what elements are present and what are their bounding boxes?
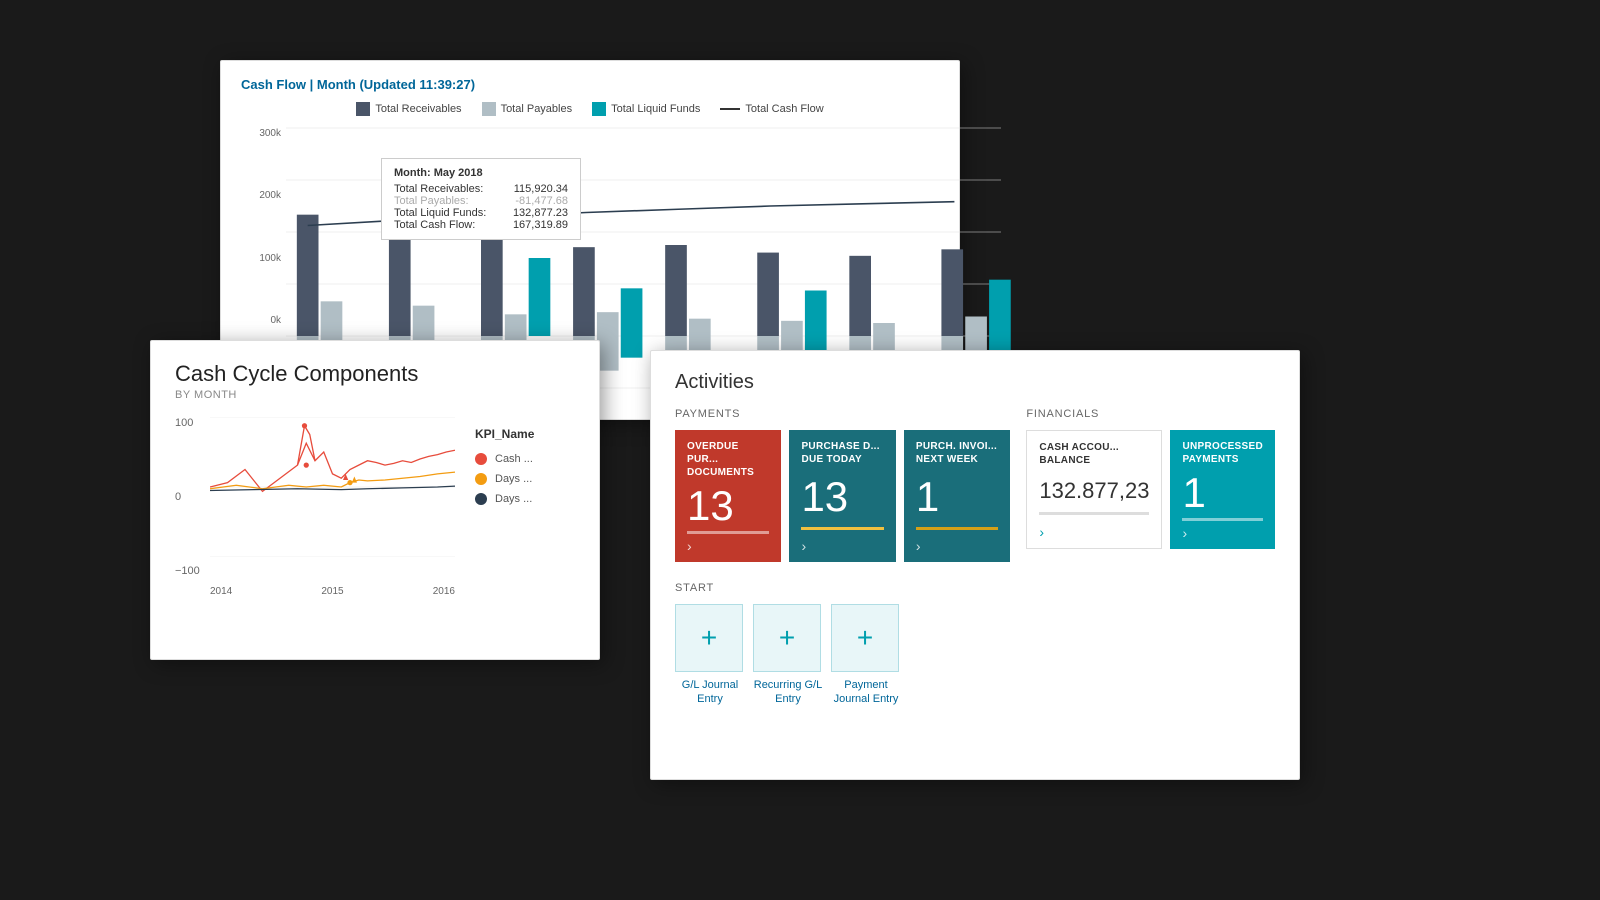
tooltip-receivables: Total Receivables: 115,920.34 [394, 183, 568, 195]
legend-payables-label: Total Payables [501, 103, 573, 115]
kpi-cash-header: CASH ACCOU...BALANCE [1039, 441, 1149, 467]
activities-panel: Activities PAYMENTS OVERDUE PUR...DOCUME… [650, 350, 1300, 780]
tooltip-liquid: Total Liquid Funds: 132,877.23 [394, 207, 568, 219]
financials-cards: CASH ACCOU...BALANCE 132.877,23 › UNPROC… [1026, 430, 1275, 549]
kpi-purchase-today-underline [801, 527, 883, 530]
days2-dot [475, 493, 487, 505]
kpi-purchase-nextweek-underline [916, 527, 998, 530]
legend-receivables-label: Total Receivables [375, 103, 461, 115]
kpi-overdue-documents[interactable]: OVERDUE PUR...DOCUMENTS 13 › [675, 430, 781, 562]
sparkline-legend: KPI_Name Cash ... Days ... Days ... [475, 417, 575, 505]
cashflow-title: Cash Flow | Month (Updated 11:39:27) [241, 77, 939, 92]
kpi-unprocessed-header: UNPROCESSEDPAYMENTS [1182, 440, 1263, 466]
activities-title: Activities [675, 371, 1275, 394]
legend-days2: Days ... [475, 493, 575, 505]
recurring-entry-button[interactable]: + [753, 604, 821, 672]
start-card-recurring: + Recurring G/L Entry [753, 604, 823, 707]
legend-payables: Total Payables [482, 102, 573, 116]
payments-kpi-cards: OVERDUE PUR...DOCUMENTS 13 › PURCHASE D.… [675, 430, 1010, 562]
kpi-purchase-next-week[interactable]: PURCH. INVOI...NEXT WEEK 1 › [904, 430, 1010, 562]
activities-columns: PAYMENTS OVERDUE PUR...DOCUMENTS 13 › PU… [675, 408, 1275, 707]
legend-cash: Cash ... [475, 453, 575, 465]
cash-dot [475, 453, 487, 465]
gl-journal-entry-button[interactable]: + [675, 604, 743, 672]
legend-cashflow-line [720, 108, 740, 110]
legend-liquid-box [592, 102, 606, 116]
plus-icon-recurring: + [779, 624, 795, 652]
financials-label: FINANCIALS [1026, 408, 1275, 420]
kpi-cash-underline [1039, 512, 1149, 515]
kpi-purchase-today-chevron: › [801, 538, 883, 554]
kpi-unprocessed-value: 1 [1182, 472, 1263, 514]
legend-payables-box [482, 102, 496, 116]
sparkline-y-labels: 100 0 −100 [175, 417, 210, 577]
kpi-overdue-underline [687, 531, 769, 534]
kpi-overdue-value: 13 [687, 485, 769, 527]
legend-receivables: Total Receivables [356, 102, 461, 116]
payments-column: PAYMENTS OVERDUE PUR...DOCUMENTS 13 › PU… [675, 408, 1010, 707]
kpi-purchase-nextweek-header: PURCH. INVOI...NEXT WEEK [916, 440, 998, 466]
kpi-purchase-nextweek-value: 1 [916, 476, 998, 518]
kpi-unprocessed-chevron: › [1182, 525, 1263, 541]
tooltip-cashflow: Total Cash Flow: 167,319.89 [394, 219, 568, 231]
financials-column: FINANCIALS CASH ACCOU...BALANCE 132.877,… [1026, 408, 1275, 707]
kpi-purchase-nextweek-chevron: › [916, 538, 998, 554]
start-card-journal: + G/L Journal Entry [675, 604, 745, 707]
kpi-purchase-due-today[interactable]: PURCHASE D...DUE TODAY 13 › [789, 430, 895, 562]
start-label: START [675, 582, 1010, 594]
tooltip-title: Month: May 2018 [394, 167, 568, 179]
kpi-unprocessed-underline [1182, 518, 1263, 521]
cashflow-legend: Total Receivables Total Payables Total L… [241, 102, 939, 116]
gl-journal-label: G/L Journal Entry [675, 678, 745, 707]
start-card-payment: + Payment Journal Entry [831, 604, 901, 707]
plus-icon-payment: + [857, 624, 873, 652]
legend-cashflow-label: Total Cash Flow [745, 103, 823, 115]
start-cards: + G/L Journal Entry + Recurring G/L Entr… [675, 604, 1010, 707]
sparkline-svg [210, 417, 455, 557]
days1-dot [475, 473, 487, 485]
plus-icon-journal: + [701, 624, 717, 652]
start-section: START + G/L Journal Entry + Recurring G/… [675, 582, 1010, 707]
kpi-cash-chevron: › [1039, 524, 1149, 540]
cashcycle-panel: Cash Cycle Components BY MONTH 100 0 −10… [150, 340, 600, 660]
payment-journal-label: Payment Journal Entry [831, 678, 901, 707]
kpi-purchase-today-value: 13 [801, 476, 883, 518]
legend-cashflow: Total Cash Flow [720, 102, 823, 116]
sparkline-area: 100 0 −100 [175, 417, 575, 597]
kpi-unprocessed-payments[interactable]: UNPROCESSEDPAYMENTS 1 › [1170, 430, 1275, 549]
kpi-cash-balance[interactable]: CASH ACCOU...BALANCE 132.877,23 › [1026, 430, 1162, 549]
sparkline-chart: 100 0 −100 [175, 417, 455, 597]
legend-liquid: Total Liquid Funds [592, 102, 700, 116]
legend-days1: Days ... [475, 473, 575, 485]
cashcycle-title: Cash Cycle Components [175, 361, 575, 387]
recurring-entry-label: Recurring G/L Entry [753, 678, 823, 707]
kpi-cash-value: 132.877,23 [1039, 480, 1149, 502]
kpi-overdue-chevron: › [687, 538, 769, 554]
cashcycle-subtitle: BY MONTH [175, 389, 575, 401]
sparkline-x-labels: 2014 2015 2016 [210, 586, 455, 597]
legend-liquid-label: Total Liquid Funds [611, 103, 700, 115]
legend-receivables-box [356, 102, 370, 116]
chart-tooltip: Month: May 2018 Total Receivables: 115,9… [381, 158, 581, 240]
kpi-overdue-header: OVERDUE PUR...DOCUMENTS [687, 440, 769, 479]
payment-journal-button[interactable]: + [831, 604, 899, 672]
kpi-purchase-today-header: PURCHASE D...DUE TODAY [801, 440, 883, 466]
tooltip-payables: Total Payables: -81,477.68 [394, 195, 568, 207]
payments-label: PAYMENTS [675, 408, 1010, 420]
